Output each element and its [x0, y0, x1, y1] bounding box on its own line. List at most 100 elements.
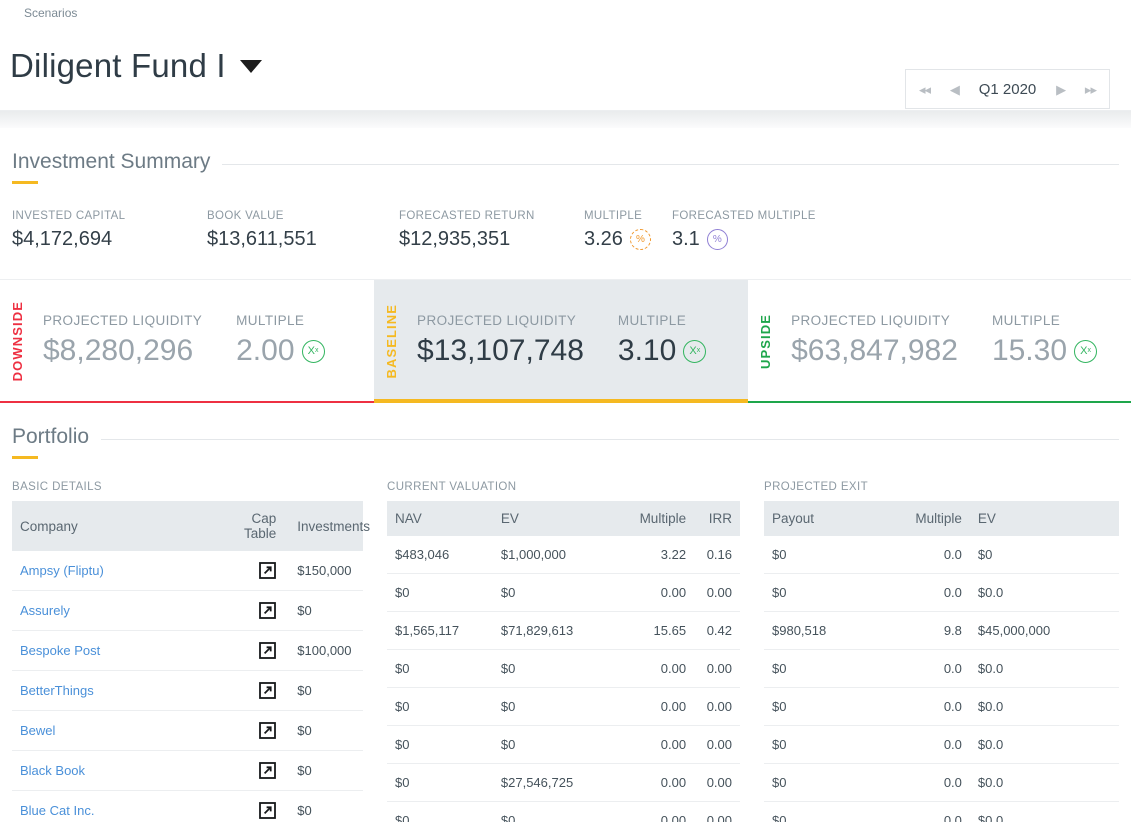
cell-payout: $0	[764, 763, 892, 802]
cell-ev: $0	[492, 573, 628, 612]
summary-metric-value: $12,935,351	[399, 228, 584, 251]
cell-cap-table	[215, 710, 290, 752]
summary-metric-value: 3.1%	[672, 228, 852, 251]
cell-exit-multiple: 0.0	[891, 649, 970, 688]
external-link-icon[interactable]	[259, 722, 277, 740]
current-valuation-block: CURRENT VALUATION NAV EV Multiple IRR $4…	[387, 481, 740, 822]
scenario-liquidity-value: $8,280,296	[43, 334, 194, 367]
scenario-liquidity: PROJECTED LIQUIDITY $8,280,296	[43, 313, 202, 370]
first-period-icon[interactable]: ◂◂	[919, 83, 931, 96]
cell-irr: 0.16	[694, 536, 740, 574]
cell-nav: $0	[387, 725, 493, 764]
external-link-icon[interactable]	[259, 682, 277, 700]
column-header-investments[interactable]: Investments	[289, 501, 370, 551]
cell-nav: $0	[387, 801, 493, 822]
external-link-icon[interactable]	[259, 802, 277, 820]
external-link-icon[interactable]	[259, 562, 277, 579]
scenario-panel-upside[interactable]: UPSIDE PROJECTED LIQUIDITY $63,847,982 MULT…	[748, 280, 1131, 403]
cell-ev: $0	[492, 801, 628, 822]
cell-payout: $0	[764, 649, 892, 688]
period-navigator[interactable]: ◂◂ ◀ Q1 2020 ▶ ▸▸	[905, 69, 1110, 109]
scenario-tag: BASELINE	[384, 304, 400, 379]
external-link-icon[interactable]	[259, 762, 277, 780]
summary-metric-label: FORECASTED MULTIPLE	[672, 210, 816, 222]
section-title: Portfolio	[12, 425, 90, 448]
table-row: Bewel $0	[12, 710, 363, 752]
multiple-x-badge-icon: Xx	[1074, 339, 1098, 363]
company-link[interactable]: Blue Cat Inc.	[20, 803, 94, 818]
prev-period-icon[interactable]: ◀	[950, 83, 960, 96]
cell-company: Black Book	[12, 750, 216, 792]
scenario-multiple-label: MULTIPLE	[236, 313, 305, 328]
company-link[interactable]: Ampsy (Fliptu)	[20, 563, 104, 578]
column-header-irr[interactable]: IRR	[694, 501, 740, 536]
table-row: BetterThings $0	[12, 670, 363, 712]
column-header-exit-multiple[interactable]: Multiple	[892, 501, 970, 536]
scenario-liquidity-label: PROJECTED LIQUIDITY	[791, 313, 951, 328]
column-header-payout[interactable]: Payout	[764, 501, 892, 536]
cell-ev: $27,546,725	[492, 763, 628, 802]
company-link[interactable]: Black Book	[20, 763, 85, 778]
cell-investments: $100,000	[289, 630, 363, 672]
cell-multiple: 0.00	[627, 801, 695, 822]
scenario-multiple-number: 2.00	[236, 334, 295, 367]
projected-exit-label: PROJECTED EXIT	[764, 481, 869, 493]
cell-exit-multiple: 0.0	[891, 763, 970, 802]
summary-metric-number: $13,611,551	[207, 228, 317, 250]
company-link[interactable]: BetterThings	[20, 683, 94, 698]
company-link[interactable]: Bewel	[20, 723, 55, 738]
multiple-x-badge-icon: Xx	[301, 339, 325, 363]
cell-payout: $0	[764, 573, 892, 612]
scenario-metrics: PROJECTED LIQUIDITY $13,107,748 MULTIPLE 3.…	[417, 313, 740, 370]
table-row: $0 $0 0.00 0.00	[387, 725, 740, 764]
cell-multiple: 0.00	[627, 725, 695, 764]
cell-payout: $980,518	[764, 611, 892, 650]
cell-irr: 0.00	[694, 687, 740, 726]
column-header-cap-table[interactable]: Cap Table	[216, 501, 290, 551]
projected-exit-table: Payout Multiple EV $0 0.0 $0 $0 0.0 $0.0 $980,…	[764, 501, 1119, 822]
column-header-multiple[interactable]: Multiple	[627, 501, 694, 536]
chevron-down-icon[interactable]	[239, 59, 262, 73]
scenario-multiple: MULTIPLE 2.00 Xx	[236, 313, 325, 370]
column-header-exit-ev[interactable]: EV	[970, 501, 1119, 536]
scenario-panel-baseline[interactable]: BASELINE PROJECTED LIQUIDITY $13,107,748 MU…	[374, 280, 749, 403]
table-row: $0 0.0 $0.0	[764, 649, 1119, 688]
section-rule	[101, 438, 1119, 440]
cell-exit-multiple: 0.0	[891, 725, 970, 764]
column-header-company[interactable]: Company	[12, 501, 216, 551]
cell-company: Bewel	[12, 710, 216, 752]
company-link[interactable]: Bespoke Post	[20, 643, 100, 658]
summary-metric-value: $4,172,694	[12, 228, 207, 251]
summary-metric-label: MULTIPLE	[584, 210, 643, 222]
breadcrumb[interactable]: Scenarios	[0, 0, 1131, 22]
cell-irr: 0.00	[694, 801, 740, 822]
scenario-metrics: PROJECTED LIQUIDITY $63,847,982 MULTIPLE 15…	[791, 313, 1131, 370]
section-underline	[12, 456, 38, 459]
cell-company: BetterThings	[12, 670, 216, 712]
scenario-liquidity-label: PROJECTED LIQUIDITY	[417, 313, 577, 328]
investment-summary-section: Investment Summary INVESTED CAPITAL $4,17…	[0, 128, 1131, 279]
scenario-panel-downside[interactable]: DOWNSIDE PROJECTED LIQUIDITY $8,280,296 MUL…	[0, 280, 375, 403]
table-header-row: Company Cap Table Investments	[12, 501, 370, 551]
cell-investments: $0	[289, 790, 363, 822]
cell-irr: 0.42	[694, 611, 740, 650]
next-period-icon[interactable]: ▶	[1056, 83, 1066, 96]
cell-exit-ev: $0.0	[969, 573, 1119, 612]
portfolio-heading: Portfolio	[12, 403, 1119, 449]
cell-company: Assurely	[12, 590, 216, 632]
column-header-ev[interactable]: EV	[493, 501, 627, 536]
table-row: $0 0.0 $0	[764, 536, 1119, 574]
table-row: $0 $27,546,725 0.00 0.00	[387, 763, 740, 802]
table-row: Bespoke Post $100,000	[12, 630, 363, 672]
external-link-icon[interactable]	[259, 642, 277, 660]
table-row: $0 $0 0.00 0.00	[387, 687, 740, 726]
cell-company: Ampsy (Fliptu)	[12, 551, 216, 592]
cell-irr: 0.00	[694, 763, 740, 802]
last-period-icon[interactable]: ▸▸	[1085, 83, 1097, 96]
cell-ev: $71,829,613	[492, 611, 628, 650]
company-link[interactable]: Assurely	[20, 603, 70, 618]
external-link-icon[interactable]	[259, 602, 277, 620]
column-header-nav[interactable]: NAV	[387, 501, 493, 536]
cell-ev: $0	[492, 649, 628, 688]
table-header-row: Payout Multiple EV	[764, 501, 1119, 536]
